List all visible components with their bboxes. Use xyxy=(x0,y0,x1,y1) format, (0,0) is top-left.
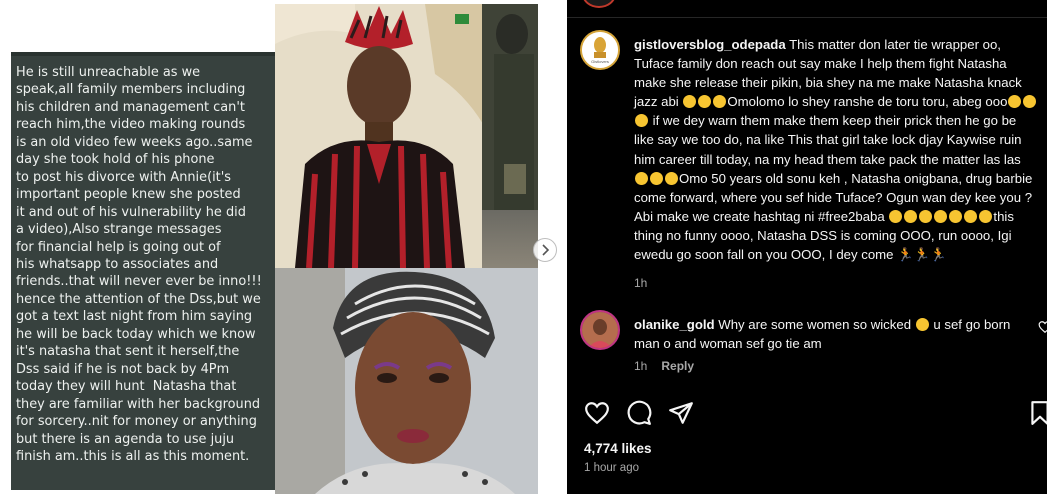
comment-like-heart-icon[interactable] xyxy=(1038,320,1047,334)
avatar-photo-icon xyxy=(582,312,618,348)
message-line: to post his divorce with Annie(it's xyxy=(16,169,231,185)
message-line: he will be back today which we know xyxy=(16,326,256,342)
comment-time: 1h xyxy=(634,359,648,373)
message-line: day she took hold of his phone xyxy=(16,152,215,168)
running-person-icon: 🏃 xyxy=(930,247,947,263)
post-media: He is still unreachable as we speak,all f… xyxy=(0,0,567,494)
avatar-partial xyxy=(582,0,616,8)
photo-woman-headwrap xyxy=(275,268,538,494)
send-icon[interactable] xyxy=(668,400,694,426)
laughing-emoji-icon xyxy=(635,171,648,185)
comment-text-part: Why are some women so wicked xyxy=(714,317,912,332)
laughing-emoji-icon xyxy=(949,209,963,223)
laughing-emoji-icon xyxy=(698,95,712,109)
message-line: for financial help is going out of xyxy=(16,239,221,255)
man-illustration xyxy=(275,4,483,268)
laughing-emoji-icon xyxy=(919,209,933,223)
laughing-emoji-icon xyxy=(979,209,993,223)
message-line: it and out of his vulnerability he did xyxy=(16,204,246,220)
laughing-emoji-icon xyxy=(635,114,648,128)
message-line: a video),Also strange messages xyxy=(16,222,222,238)
running-person-icon: 🏃 xyxy=(897,247,914,263)
laughing-emoji-icon xyxy=(683,95,697,109)
comment-olanike-gold: olanike_gold Why are some women so wicke… xyxy=(634,315,1014,353)
message-line: it's natasha that sent it herself,the xyxy=(16,344,240,360)
side-figure-illustration xyxy=(482,4,538,210)
reply-button[interactable]: Reply xyxy=(661,359,694,373)
flushed-emoji-icon xyxy=(915,318,929,331)
message-line: important people knew she posted xyxy=(16,187,241,203)
comment-meta: 1h Reply xyxy=(634,359,694,373)
comment-text-part: Omolomo lo shey ranshe de toru toru, abe… xyxy=(727,94,1008,110)
laughing-emoji-icon xyxy=(889,209,903,223)
photo-man-red-cap xyxy=(275,4,483,268)
message-line: speak,all family members including xyxy=(16,82,246,98)
post-timestamp: 1 hour ago xyxy=(584,462,639,474)
message-line: his children and management can't xyxy=(16,99,245,115)
message-screenshot: He is still unreachable as we speak,all f… xyxy=(11,52,275,490)
heart-icon[interactable] xyxy=(584,400,610,426)
comment-bubble-icon[interactable] xyxy=(626,400,652,426)
message-line: they are familiar with her background xyxy=(16,396,261,412)
laughing-emoji-icon xyxy=(934,209,948,223)
laughing-emoji-icon xyxy=(1008,95,1022,109)
comment-meta: 1h xyxy=(634,276,647,290)
message-line: for sorcery..nit for money or anything xyxy=(16,414,257,430)
message-line: but there is an agenda to use juju xyxy=(16,431,235,447)
comments-panel: Gistlovers gistloversblog_odepada This m… xyxy=(567,0,1047,494)
message-line: finish am..this is all as this moment. xyxy=(16,448,250,464)
message-text: He is still unreachable as we speak,all f… xyxy=(16,64,272,465)
message-line: is an old video few weeks ago..same xyxy=(16,134,253,150)
message-line: his whatsapp to associates and xyxy=(16,256,219,272)
message-line: today they will hunt Natasha that xyxy=(16,379,237,395)
panel-divider xyxy=(567,17,1047,18)
message-line: friends..that will never ever be inno!!! xyxy=(16,274,262,290)
laughing-emoji-icon xyxy=(713,95,727,109)
chevron-right-icon xyxy=(542,244,550,256)
message-line: hence the attention of the Dss,but we xyxy=(16,291,261,307)
laughing-emoji-icon xyxy=(964,209,978,223)
comment-username[interactable]: gistloversblog_odepada xyxy=(634,37,786,52)
comment-time: 1h xyxy=(634,276,648,290)
woman-illustration xyxy=(275,268,538,494)
running-person-icon: 🏃 xyxy=(913,247,931,263)
message-line: got a text last night from him saying xyxy=(16,309,253,325)
likes-count[interactable]: 4,774 likes xyxy=(584,441,652,456)
message-line: reach him,the video making rounds xyxy=(16,117,246,133)
laughing-emoji-icon xyxy=(904,209,918,223)
avatar-label: Gistlovers xyxy=(591,59,609,64)
laughing-emoji-icon xyxy=(650,171,663,185)
avatar-gistloversblog[interactable]: Gistlovers xyxy=(580,30,620,70)
comment-gistloversblog: gistloversblog_odepada This matter don l… xyxy=(634,35,1039,264)
photo-side-bottom xyxy=(482,210,538,268)
screenshot-top-bar xyxy=(11,52,275,56)
comment-username[interactable]: olanike_gold xyxy=(634,317,715,332)
gistlovers-logo-icon: Gistlovers xyxy=(582,32,618,68)
laughing-emoji-icon xyxy=(665,171,678,185)
photo-side-figure xyxy=(482,4,538,210)
avatar-olanike-gold[interactable] xyxy=(580,310,620,350)
message-line: He is still unreachable as we xyxy=(16,65,201,80)
message-line: Dss said if he is not back by 4Pm xyxy=(16,361,230,377)
carousel-next-button[interactable] xyxy=(533,238,557,262)
laughing-emoji-icon xyxy=(1023,95,1037,109)
bookmark-icon[interactable] xyxy=(1027,400,1047,426)
post-actions xyxy=(584,400,694,426)
comment-text-part: if we dey warn them make them keep their… xyxy=(634,113,1022,167)
